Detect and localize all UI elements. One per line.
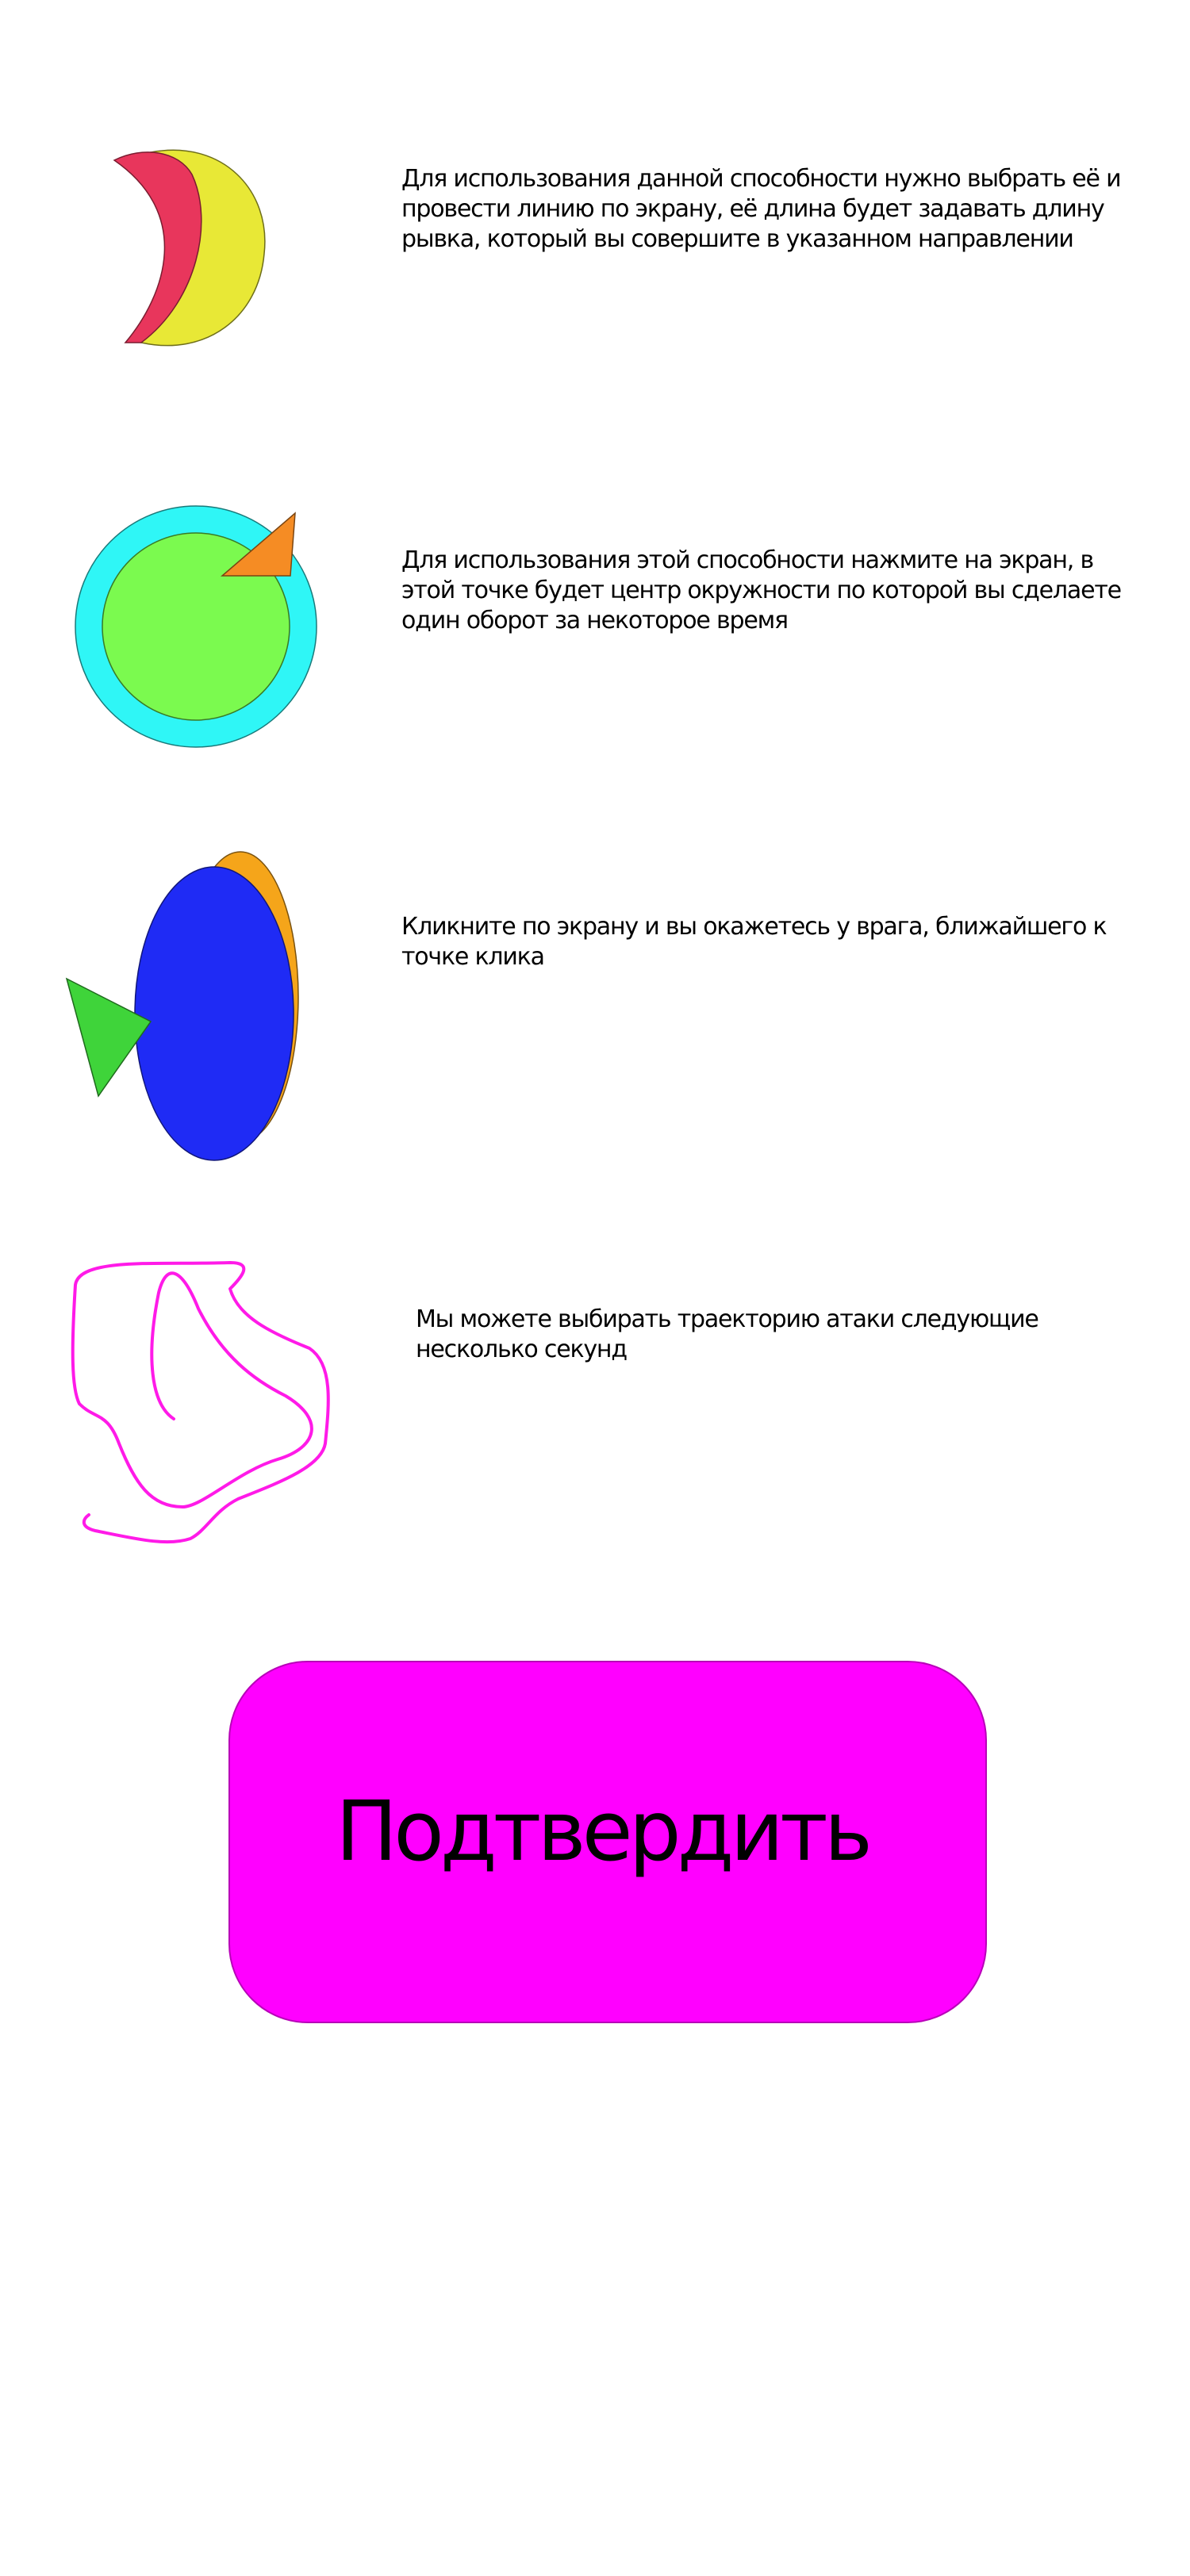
confirm-button[interactable]: Подтвердить: [228, 1661, 987, 2023]
ability-trajectory[interactable]: Мы можете выбирать траекторию атаки след…: [0, 1245, 1190, 1554]
confirm-button-label: Подтвердить: [336, 1782, 873, 1880]
ability-dash-description: Для использования данной способности нуж…: [401, 165, 1122, 253]
ability-dash[interactable]: Для использования данной способности нуж…: [0, 119, 1190, 381]
ability-trajectory-description: Мы можете выбирать траекторию атаки след…: [416, 1305, 1039, 1363]
ability-orbit[interactable]: Для использования этой способности нажми…: [0, 492, 1190, 761]
ability-orbit-description: Для использования этой способности нажми…: [401, 546, 1122, 634]
teleport-to-enemy-icon: [65, 851, 299, 1161]
trajectory-scribble-icon: [71, 1261, 330, 1544]
ability-teleport-description: Кликните по экрану и вы окажетесь у враг…: [401, 913, 1107, 971]
crescent-moon-icon: [113, 149, 266, 347]
circle-orbit-icon: [75, 505, 317, 748]
ability-teleport[interactable]: Кликните по экрану и вы окажетесь у враг…: [0, 841, 1190, 1174]
